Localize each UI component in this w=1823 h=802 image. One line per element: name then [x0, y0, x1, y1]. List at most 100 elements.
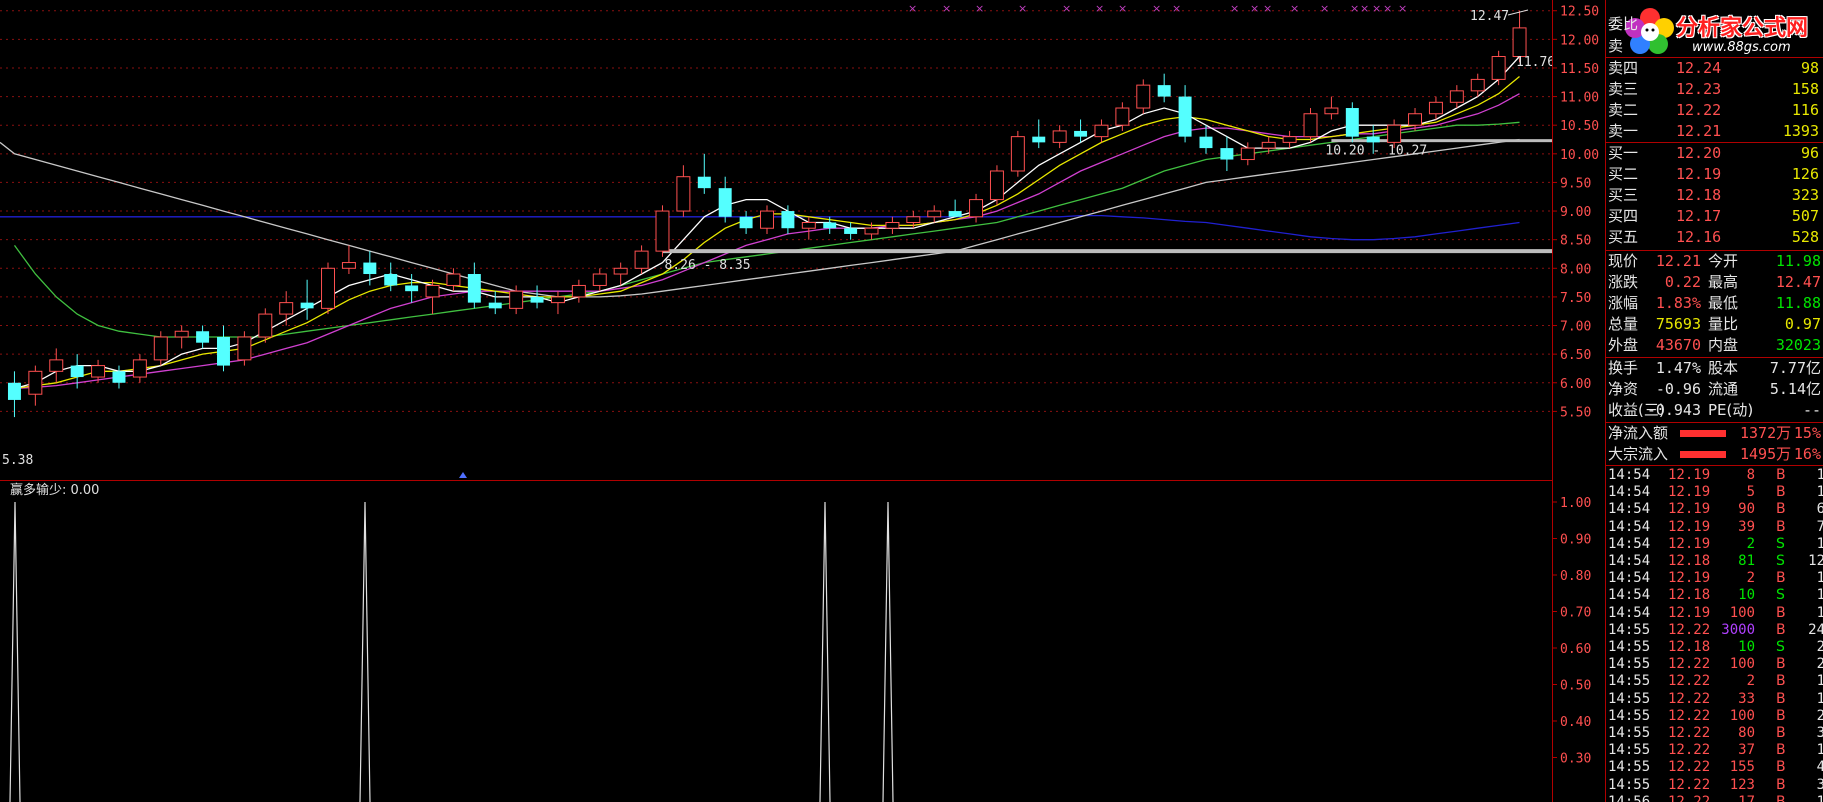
tick-time: 14:54: [1608, 467, 1651, 483]
fund-value: --: [1802, 401, 1821, 419]
tick-volume: 8: [1746, 467, 1755, 483]
tick-volume: 155: [1729, 759, 1755, 776]
tick-row: 14:56 12.22 17 B 1: [1606, 794, 1823, 802]
candle-body: [1178, 96, 1192, 137]
candle-body: [1010, 136, 1025, 172]
indicator-axis-label: 0.50: [1560, 679, 1591, 694]
tick-price: 12.22: [1668, 793, 1711, 802]
tick-direction: B: [1776, 501, 1786, 518]
tick-direction: S: [1776, 535, 1785, 552]
candle-body: [948, 211, 962, 217]
candle-body: [885, 222, 900, 229]
tick-row: 14:54 12.19 100 B 1: [1606, 605, 1823, 622]
signal-mark: ×: [1250, 2, 1259, 15]
quote-label: 今开: [1708, 252, 1739, 270]
tick-count: 1: [1816, 604, 1823, 621]
quote-label: 总量: [1608, 315, 1639, 333]
quote-value: 32023: [1775, 336, 1821, 354]
tick-direction: B: [1776, 673, 1786, 690]
price-axis-label: 6.00: [1560, 377, 1591, 392]
candle-body: [509, 290, 524, 309]
candle-body: [592, 273, 607, 286]
tick-row: 14:55 12.22 33 B 1: [1606, 691, 1823, 708]
level-label: 10.20 - 10.27: [1325, 144, 1427, 159]
buy-price: 12.19: [1676, 165, 1722, 183]
candle-body: [1032, 136, 1046, 143]
tick-count: 1: [1816, 535, 1823, 552]
signal-mark: ×: [1290, 2, 1299, 15]
price-axis-label: 6.50: [1560, 348, 1591, 363]
tick-time: 14:55: [1608, 707, 1651, 724]
tick-volume: 81: [1738, 553, 1755, 569]
flow-bar: [1680, 451, 1726, 458]
triangle-marker-icon: [459, 472, 467, 478]
tick-price: 12.22: [1668, 742, 1711, 759]
tick-row: 14:54 12.19 2 S 1: [1606, 536, 1823, 553]
indicator-spike: [882, 501, 894, 802]
candle-body: [655, 210, 670, 252]
quote-label: 外盘: [1608, 336, 1639, 354]
flow-bar: [1680, 430, 1726, 437]
tick-price: 12.19: [1668, 518, 1711, 535]
tick-time: 14:54: [1608, 518, 1651, 535]
candlestick-chart[interactable]: 8.26 - 8.3510.20 - 10.2712.4711.765.38× ×…: [0, 0, 1552, 802]
tick-volume: 100: [1729, 604, 1755, 621]
tick-direction: B: [1776, 725, 1786, 741]
tick-price: 12.19: [1668, 570, 1711, 587]
sell-volume: 158: [1791, 80, 1819, 98]
quote-row: 现价 12.21 今开 11.98: [1606, 251, 1823, 272]
candle-body: [1220, 148, 1234, 160]
fund-label: 净资: [1608, 380, 1639, 398]
fund-value: 5.14亿: [1769, 380, 1821, 398]
tick-price: 12.22: [1668, 673, 1711, 690]
candle-body: [1387, 124, 1402, 143]
tick-count: 1: [1816, 793, 1823, 802]
tick-count: 24: [1808, 621, 1823, 638]
high-label: 12.47: [1470, 9, 1509, 24]
tick-count: 1: [1816, 467, 1823, 483]
candle-body: [1199, 136, 1213, 149]
tick-time: 14:55: [1608, 690, 1651, 707]
tick-direction: B: [1776, 656, 1786, 673]
tick-row: 14:54 12.18 10 S 1: [1606, 587, 1823, 604]
fund-value: -0.96: [1655, 380, 1701, 398]
quote-row: 总量 75693 量比 0.97: [1606, 314, 1823, 335]
candle-body: [1345, 108, 1359, 137]
ma120-line: [0, 138, 1520, 298]
signal-mark: ×: [1398, 2, 1407, 15]
candle-body: [989, 170, 1004, 201]
price-axis-label: 8.00: [1560, 262, 1591, 277]
quote-label: 现价: [1608, 252, 1639, 270]
buy-volume: 96: [1800, 144, 1819, 162]
candle-body: [1136, 84, 1151, 109]
candle-body: [1324, 107, 1339, 115]
signal-mark: ×: [1230, 2, 1239, 15]
label: 卖: [1608, 37, 1624, 55]
tick-direction: B: [1776, 484, 1786, 501]
sell-label: 卖二: [1608, 101, 1639, 119]
quote-panel: 委比卖卖四 12.24 98 卖三 12.23 158 卖二 12.22 116 卖一 12.21 1…: [1606, 0, 1823, 802]
candle-body: [1240, 147, 1255, 161]
fund-label: 流通: [1708, 380, 1739, 398]
fund-label: 股本: [1708, 359, 1739, 377]
tick-direction: S: [1776, 587, 1785, 604]
quote-label: 内盘: [1708, 336, 1739, 354]
support-level-bar: [662, 249, 1552, 254]
tick-volume: 2: [1746, 535, 1755, 552]
tick-count: 3: [1816, 776, 1823, 793]
tick-row: 14:55 12.22 3000 B 24: [1606, 622, 1823, 639]
price-axis-label: 10.50: [1560, 119, 1599, 134]
tick-direction: B: [1776, 467, 1786, 483]
candle-body: [49, 359, 64, 372]
indicator-spike: [819, 501, 831, 802]
fundamental-row: 换手 1.47% 股本 7.77亿: [1606, 358, 1823, 379]
price-axis-label: 11.50: [1560, 62, 1599, 77]
buy-volume: 126: [1791, 165, 1819, 183]
quote-label: 涨跌: [1608, 273, 1639, 291]
sell-price: 12.21: [1676, 122, 1722, 140]
tick-count: 1: [1816, 570, 1823, 587]
sell-label: 卖一: [1608, 122, 1639, 140]
candle-body: [321, 267, 335, 309]
candle-body: [405, 285, 419, 292]
tick-volume: 33: [1738, 690, 1755, 707]
